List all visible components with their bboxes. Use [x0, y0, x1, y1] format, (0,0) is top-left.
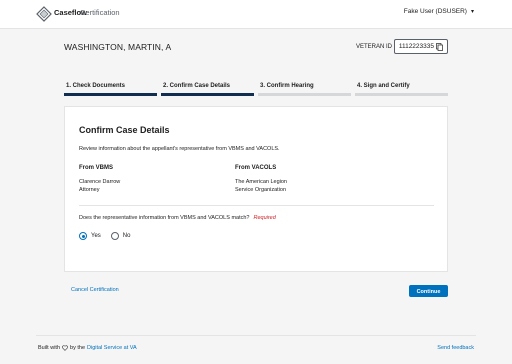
step-progress-bar — [258, 93, 351, 96]
chevron-down-icon: ▾ — [470, 9, 474, 15]
copy-icon — [436, 42, 443, 51]
radio-button-selected[interactable] — [79, 232, 87, 240]
step-check-documents: 1. Check Documents — [64, 82, 157, 96]
radio-no[interactable]: No — [110, 232, 131, 240]
radio-label: Yes — [91, 233, 101, 239]
required-label: Required — [253, 215, 276, 221]
match-radio-group: Yes No — [79, 232, 130, 240]
step-label: 2. Confirm Case Details — [163, 83, 231, 89]
vbms-heading: From VBMS — [79, 165, 114, 171]
step-sign-and-certify: 4. Sign and Certify — [355, 82, 448, 96]
vacols-heading: From VACOLS — [235, 165, 277, 171]
step-confirm-case-details: 2. Confirm Case Details — [161, 82, 254, 96]
cancel-certification-link[interactable]: Cancel Certification — [71, 287, 119, 293]
page-title: Confirm Case Details — [79, 125, 170, 135]
vacols-representative-name: The American Legion — [235, 179, 287, 185]
brand-app-name: Certification — [80, 8, 120, 17]
digital-service-link[interactable]: Digital Service at VA — [87, 345, 137, 351]
built-with-text: Built with — [38, 345, 61, 351]
user-name: Fake User (DSUSER) — [403, 8, 467, 15]
footer-credit: Built with by the Digital Service at VA — [38, 345, 137, 351]
step-label: 3. Confirm Hearing — [260, 83, 314, 89]
send-feedback-link[interactable]: Send feedback — [437, 345, 474, 351]
divider — [79, 205, 434, 206]
confirm-case-details-card: Confirm Case Details Review information … — [64, 106, 448, 272]
step-progress-bar — [161, 93, 254, 96]
continue-button[interactable]: Continue — [409, 285, 448, 297]
by-the-text: by the — [70, 345, 85, 351]
vbms-representative-name: Clarence Darrow — [79, 179, 121, 185]
veteran-id-copy-button[interactable]: 1112223335 — [393, 39, 448, 54]
step-label: 1. Check Documents — [66, 83, 126, 89]
footer-divider — [36, 335, 476, 336]
card-description: Review information about the appellant's… — [79, 146, 280, 152]
vbms-representative-type: Attorney — [79, 186, 100, 193]
app-header: Caseflow Certification Fake User (DSUSER… — [0, 0, 512, 29]
step-progress-bar — [355, 93, 448, 96]
caseflow-logo-icon[interactable] — [36, 6, 52, 22]
step-progress-bar — [64, 93, 157, 96]
veteran-id-label: VETERAN ID — [355, 44, 392, 50]
radio-label: No — [122, 233, 131, 239]
veteran-id-value: 1112223335 — [398, 43, 434, 50]
step-confirm-hearing: 3. Confirm Hearing — [258, 82, 351, 96]
vbms-column: From VBMS Clarence Darrow Attorney — [79, 165, 229, 194]
case-info-row: WASHINGTON, MARTIN, A VETERAN ID 1112223… — [64, 38, 448, 58]
heart-icon — [62, 345, 68, 351]
veteran-name: WASHINGTON, MARTIN, A — [64, 42, 172, 52]
user-menu[interactable]: Fake User (DSUSER) ▾ — [404, 8, 474, 15]
vacols-column: From VACOLS The American Legion Service … — [235, 165, 385, 194]
progress-steps: 1. Check Documents 2. Confirm Case Detai… — [64, 82, 448, 96]
vacols-representative-type: Service Organization — [235, 186, 287, 193]
radio-yes[interactable]: Yes — [79, 232, 101, 240]
question-text: Does the representative information from… — [79, 215, 250, 221]
radio-button[interactable] — [110, 232, 119, 240]
match-question: Does the representative information from… — [79, 215, 276, 221]
step-label: 4. Sign and Certify — [357, 83, 410, 89]
